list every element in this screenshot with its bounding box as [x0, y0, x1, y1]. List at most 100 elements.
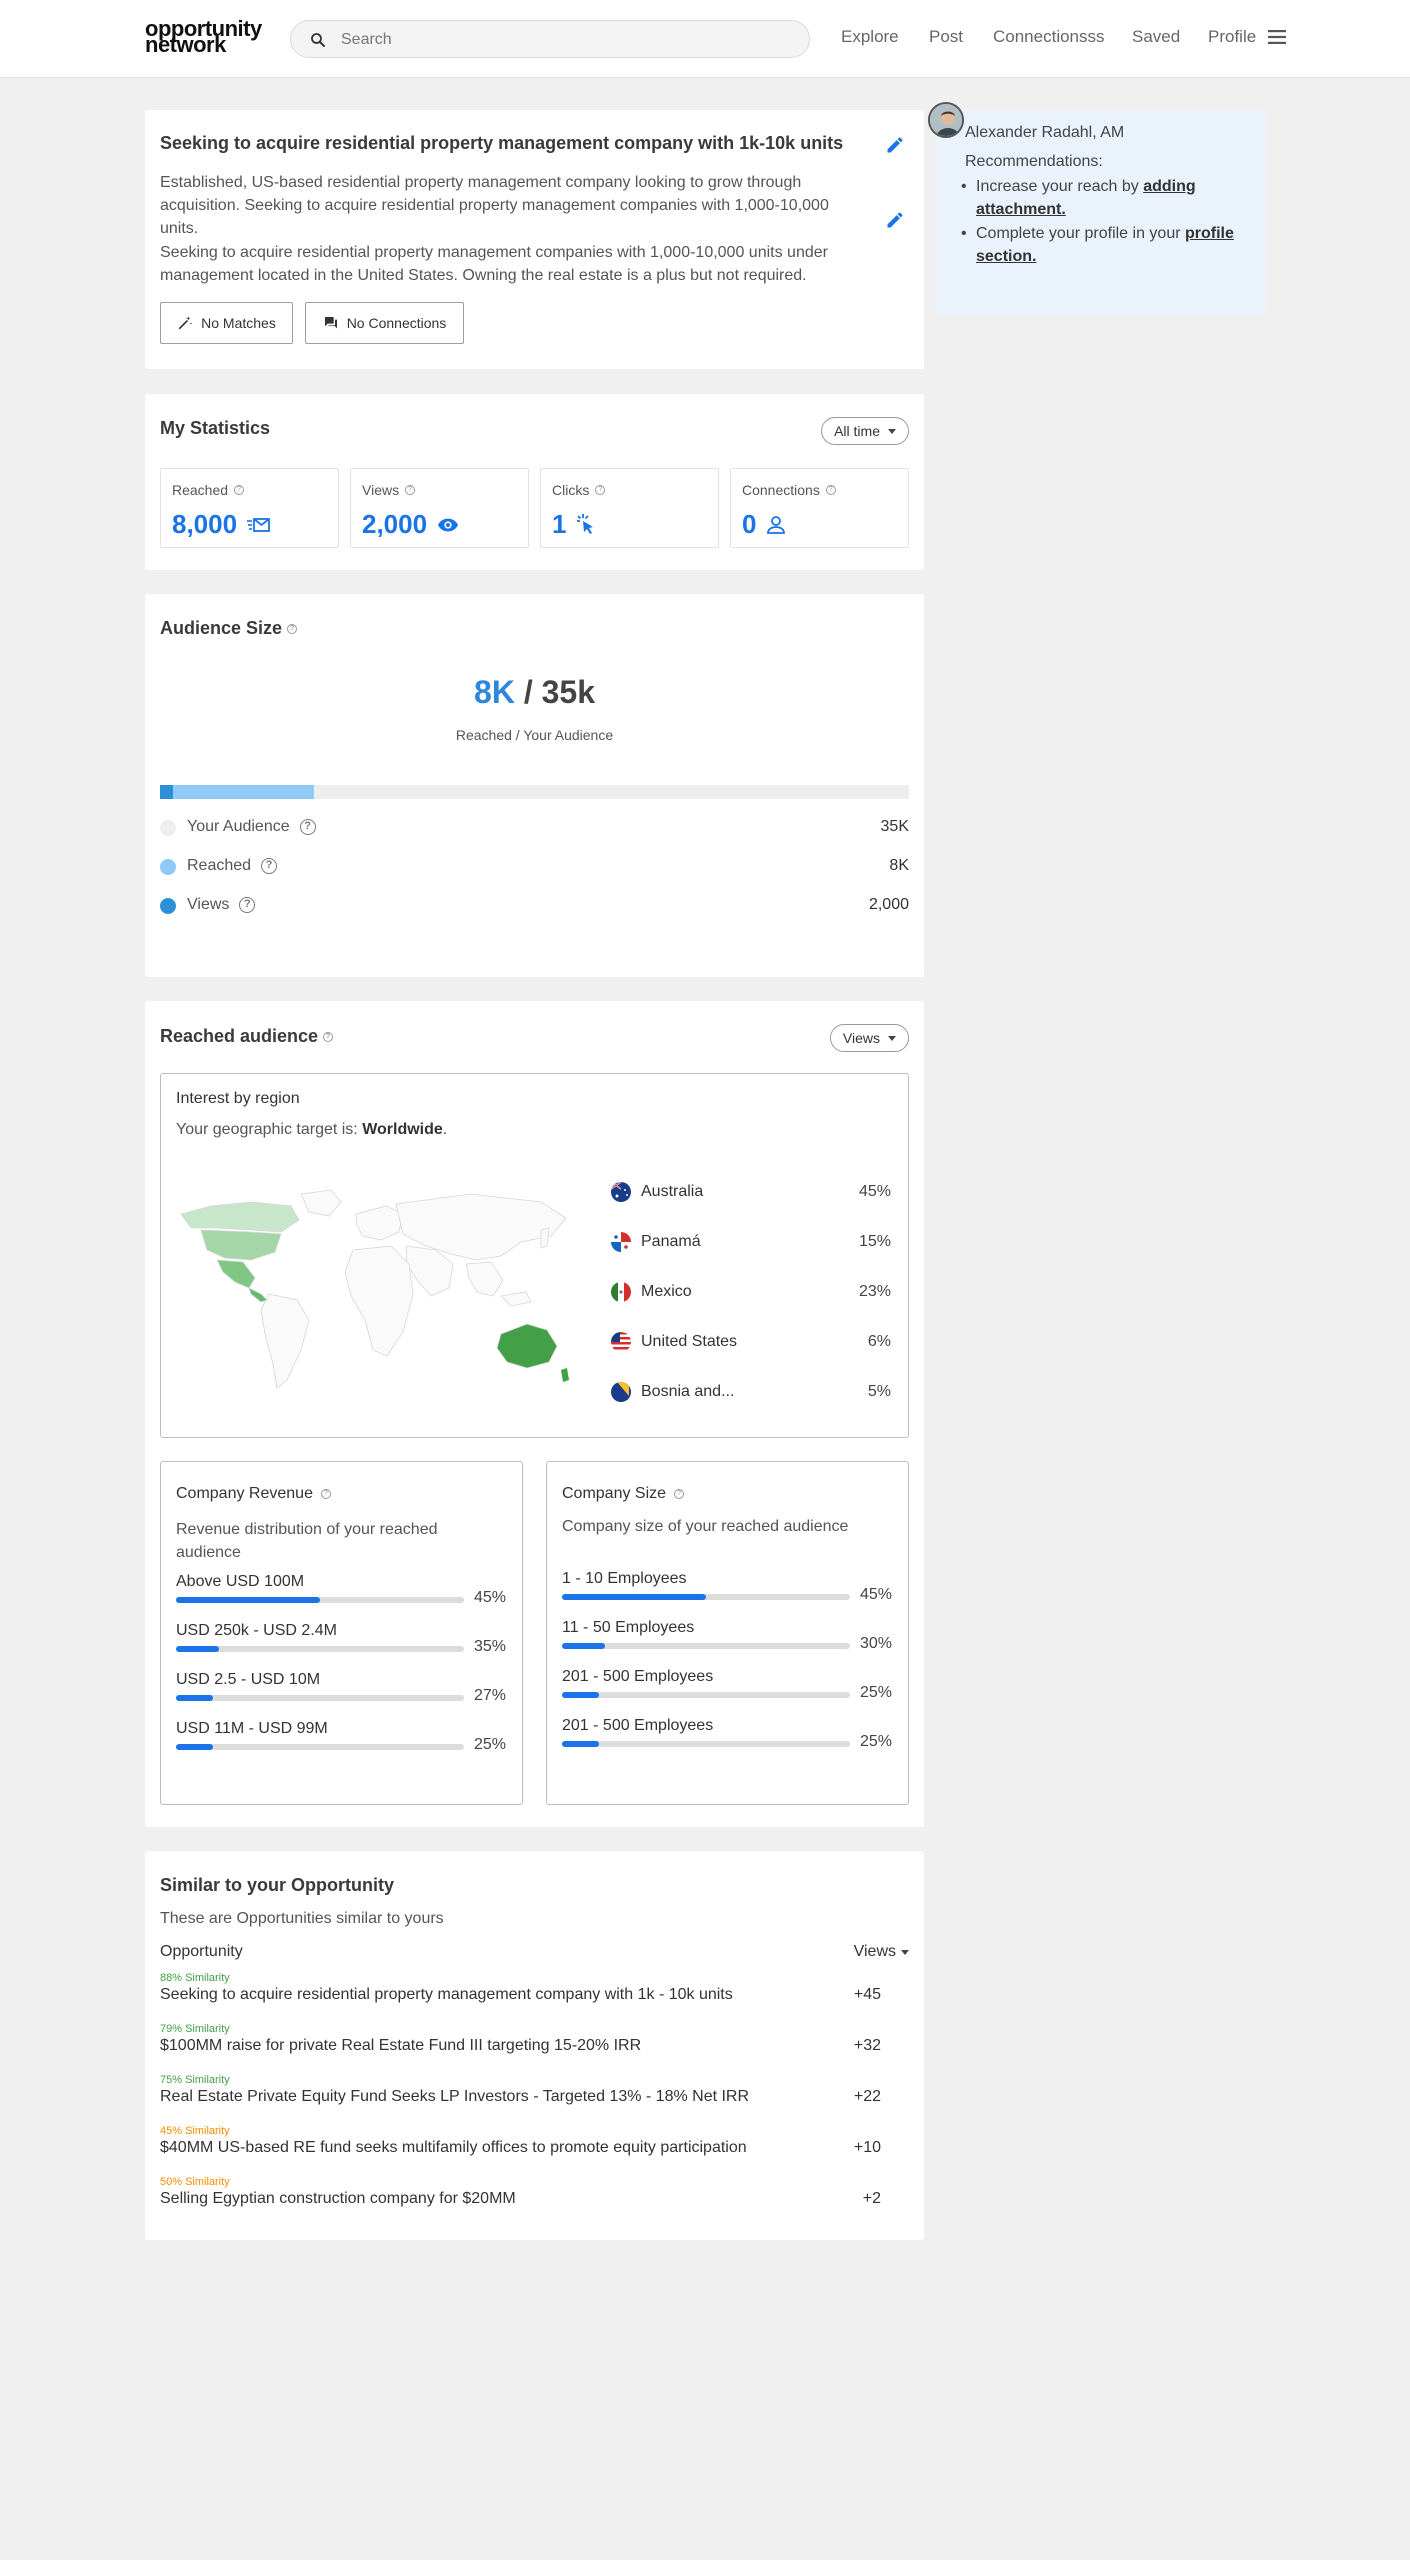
similar-opportunity-row[interactable]: 88% Similarity Seeking to acquire residen…	[160, 1972, 909, 2016]
stat-clicks-label: Clicks	[552, 482, 590, 498]
bar-label: Above USD 100M	[176, 1573, 305, 1590]
region-pct: 45%	[858, 1183, 891, 1200]
target-value: Worldwide	[362, 1121, 443, 1138]
reached-audience-header: Reached audience?	[160, 1026, 334, 1047]
size-row: 201 - 500 Employees 25%	[562, 1668, 892, 1708]
similar-opportunity-row[interactable]: 45% Similarity $40MM US-based RE fund see…	[160, 2125, 909, 2169]
help-icon[interactable]: ?	[674, 1489, 685, 1499]
map-mexico	[216, 1259, 256, 1289]
person-icon	[767, 515, 786, 534]
similar-opportunity-row[interactable]: 79% Similarity $100MM raise for private R…	[160, 2023, 909, 2067]
stat-clicks[interactable]: Clicks? 1	[540, 468, 719, 548]
company-revenue-title: Company Revenue	[176, 1485, 313, 1502]
help-icon[interactable]: ?	[323, 1031, 334, 1042]
opportunity-description-2: Seeking to acquire residential property …	[160, 244, 828, 284]
world-map[interactable]	[181, 1184, 581, 1404]
search-input[interactable]	[341, 27, 781, 53]
stat-connections-value: 0	[742, 509, 757, 539]
stat-views[interactable]: Views? 2,000	[350, 468, 529, 548]
user-avatar[interactable]	[928, 102, 964, 138]
eye-icon	[437, 518, 459, 531]
recommendations-heading: Recommendations:	[965, 153, 1103, 170]
hamburger-menu-icon[interactable]	[1268, 30, 1286, 44]
views-sort-label: Views	[853, 1943, 896, 1960]
region-row-australia[interactable]: Australia 45%	[611, 1180, 891, 1204]
bar-fill	[176, 1646, 220, 1652]
reached-audience-filter-dropdown[interactable]: Views	[829, 1024, 909, 1052]
bar-percentage: 45%	[859, 1586, 892, 1603]
edit-description-pencil-icon[interactable]	[885, 210, 905, 230]
similar-opportunity-title[interactable]: Selling Egyptian construction company fo…	[160, 2190, 516, 2208]
region-row-panama[interactable]: Panamá 15%	[611, 1230, 891, 1254]
audience-ratio: 8K / 35k	[145, 674, 924, 711]
nav-profile[interactable]: Profile	[1208, 27, 1256, 47]
opportunity-network-logo[interactable]: opportunity network	[145, 18, 262, 56]
no-connections-button[interactable]: No Connections	[305, 302, 464, 344]
bar-label: USD 250k - USD 2.4M	[176, 1622, 337, 1639]
legend-your-audience: Your Audience? 35K	[160, 816, 909, 840]
company-revenue-subtitle: Revenue distribution of your reached aud…	[176, 1521, 438, 1561]
opportunity-card: Seeking to acquire residential property …	[145, 110, 924, 369]
similar-opportunity-title[interactable]: Seeking to acquire residential property …	[160, 1986, 733, 2004]
map-united-states	[200, 1229, 282, 1261]
region-name: Bosnia and...	[641, 1383, 735, 1400]
company-size-header: Company Size?	[562, 1485, 685, 1503]
time-period-dropdown[interactable]: All time	[821, 417, 909, 445]
stat-views-label: Views	[362, 482, 400, 498]
similar-opportunity-row[interactable]: 75% Similarity Real Estate Private Equity…	[160, 2074, 909, 2118]
bosnia-flag-icon	[611, 1382, 631, 1402]
stat-clicks-value: 1	[552, 509, 567, 539]
revenue-row: Above USD 100M 45%	[176, 1573, 506, 1613]
edit-title-pencil-icon[interactable]	[885, 135, 905, 155]
legend-dot	[160, 898, 176, 914]
nav-explore[interactable]: Explore	[841, 27, 899, 47]
help-icon[interactable]: ?	[287, 623, 298, 634]
magic-wand-icon	[179, 316, 193, 330]
size-row: 201 - 500 Employees 25%	[562, 1717, 892, 1757]
similarity-badge: 75% Similarity	[160, 2074, 230, 2086]
region-pct: 5%	[867, 1383, 891, 1400]
legend-label: Your Audience	[187, 818, 290, 835]
similar-opportunity-title[interactable]: $100MM raise for private Real Estate Fun…	[160, 2037, 641, 2055]
bar-percentage: 35%	[473, 1638, 506, 1655]
nav-saved[interactable]: Saved	[1132, 27, 1180, 47]
bar-track	[562, 1692, 850, 1698]
help-icon[interactable]: ?	[239, 897, 256, 913]
stat-views-value: 2,000	[362, 509, 428, 539]
similar-opportunity-row[interactable]: 50% Similarity Selling Egyptian construct…	[160, 2176, 909, 2220]
region-row-united-states[interactable]: United States 6%	[611, 1330, 891, 1354]
bar-track	[176, 1597, 464, 1603]
similar-opportunity-title[interactable]: $40MM US-based RE fund seeks multifamily…	[160, 2139, 747, 2157]
target-suffix: .	[442, 1121, 448, 1138]
company-size-subtitle: Company size of your reached audience	[562, 1518, 849, 1535]
help-icon[interactable]: ?	[234, 485, 245, 495]
stat-reached[interactable]: Reached? 8,000	[160, 468, 339, 548]
help-icon[interactable]: ?	[320, 1489, 331, 1499]
similar-opportunity-title[interactable]: Real Estate Private Equity Fund Seeks LP…	[160, 2088, 749, 2106]
similarity-badge: 79% Similarity	[160, 2023, 230, 2035]
similar-opportunity-views: +45	[853, 1986, 881, 2003]
bar-track	[176, 1646, 464, 1652]
help-icon[interactable]: ?	[405, 485, 416, 495]
region-row-bosnia[interactable]: Bosnia and... 5%	[611, 1380, 891, 1404]
help-icon[interactable]: ?	[825, 485, 836, 495]
no-matches-button[interactable]: No Matches	[160, 302, 293, 344]
nav-connections[interactable]: Connectionsss	[993, 27, 1105, 47]
help-icon[interactable]: ?	[299, 819, 316, 835]
stat-connections[interactable]: Connections? 0	[730, 468, 909, 548]
search-bar[interactable]	[290, 20, 810, 58]
help-icon[interactable]: ?	[261, 858, 278, 874]
bar-track	[562, 1594, 850, 1600]
opportunity-description-1: Established, US-based residential proper…	[160, 174, 829, 237]
statistics-title: My Statistics	[160, 418, 271, 438]
nav-post[interactable]: Post	[929, 27, 963, 47]
bar-track	[562, 1643, 850, 1649]
region-row-mexico[interactable]: Mexico 23%	[611, 1280, 891, 1304]
region-name: Mexico	[641, 1283, 692, 1300]
united-states-flag-icon	[611, 1332, 631, 1352]
help-icon[interactable]: ?	[595, 485, 606, 495]
column-header-views-sort[interactable]: Views	[854, 1943, 909, 1961]
revenue-row: USD 11M - USD 99M 25%	[176, 1720, 506, 1760]
caret-down-icon	[888, 428, 896, 434]
recommendation-item: Increase your reach by adding attachment…	[961, 175, 1236, 221]
